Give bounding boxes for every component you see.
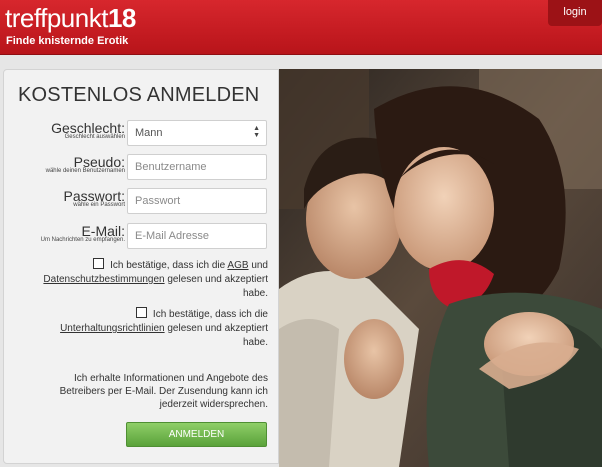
select-arrows-icon: ▲ ▼ [253, 125, 260, 139]
gender-value: Mann [135, 127, 163, 139]
register-button[interactable]: ANMELDEN [126, 422, 267, 447]
email-input[interactable]: E-Mail Adresse [127, 223, 267, 249]
agb-link[interactable]: AGB [227, 260, 248, 271]
logo-text: treffpunkt [5, 3, 108, 33]
tagline: Finde knisternde Erotik [6, 35, 129, 47]
pseudo-sublabel: wähle deinen Benutzernamen [45, 168, 125, 174]
logo-number: 18 [107, 3, 136, 33]
consent-agb-text-after: gelesen und akzeptiert habe. [167, 274, 268, 299]
password-input[interactable]: Passwort [127, 188, 267, 214]
email-sublabel: Um Nachrichten zu empfangen. [40, 237, 125, 243]
privacy-link[interactable]: Datenschutzbestimmungen [43, 274, 164, 285]
username-input[interactable]: Benutzername [127, 154, 267, 180]
gender-label-group: Geschlecht: Geschlecht auswählen [51, 120, 125, 140]
top-bar: treffpunkt18 Finde knisternde Erotik log… [0, 0, 602, 55]
consent-guidelines-text-before: Ich bestätige, dass ich die [152, 309, 268, 320]
password-sublabel: wähle ein Passwort [73, 202, 125, 208]
consent-guidelines-checkbox[interactable] [136, 307, 148, 318]
guidelines-link[interactable]: Unterhaltungsrichtlinien [60, 323, 165, 334]
consent-agb-text-before: Ich bestätige, dass ich die [110, 260, 226, 271]
pseudo-label-group: Pseudo: wähle deinen Benutzernamen [46, 154, 125, 174]
couple-photo [279, 69, 602, 467]
consent-guidelines: Ich bestätige, dass ich die Unterhaltung… [44, 307, 268, 350]
consent-guidelines-text-after: gelesen und akzeptiert habe. [167, 323, 268, 348]
gender-select[interactable]: Mann ▲ ▼ [127, 120, 267, 146]
consent-agb: Ich bestätige, dass ich die AGB und Date… [30, 258, 268, 301]
registration-panel: KOSTENLOS ANMELDEN Geschlecht: Geschlech… [3, 69, 279, 464]
consent-agb-checkbox[interactable] [93, 258, 105, 269]
email-label-group: E-Mail: Um Nachrichten zu empfangen. [41, 223, 125, 243]
couple-photo-image [279, 69, 602, 467]
site-logo[interactable]: treffpunkt18 [5, 3, 136, 34]
form-title: KOSTENLOS ANMELDEN [18, 84, 260, 106]
marketing-info: Ich erhalte Informationen und Angebote d… [59, 373, 268, 410]
password-label-group: Passwort: wähle ein Passwort [64, 188, 125, 208]
login-button[interactable]: login [548, 0, 602, 26]
consent-agb-text-mid: und [251, 260, 268, 271]
